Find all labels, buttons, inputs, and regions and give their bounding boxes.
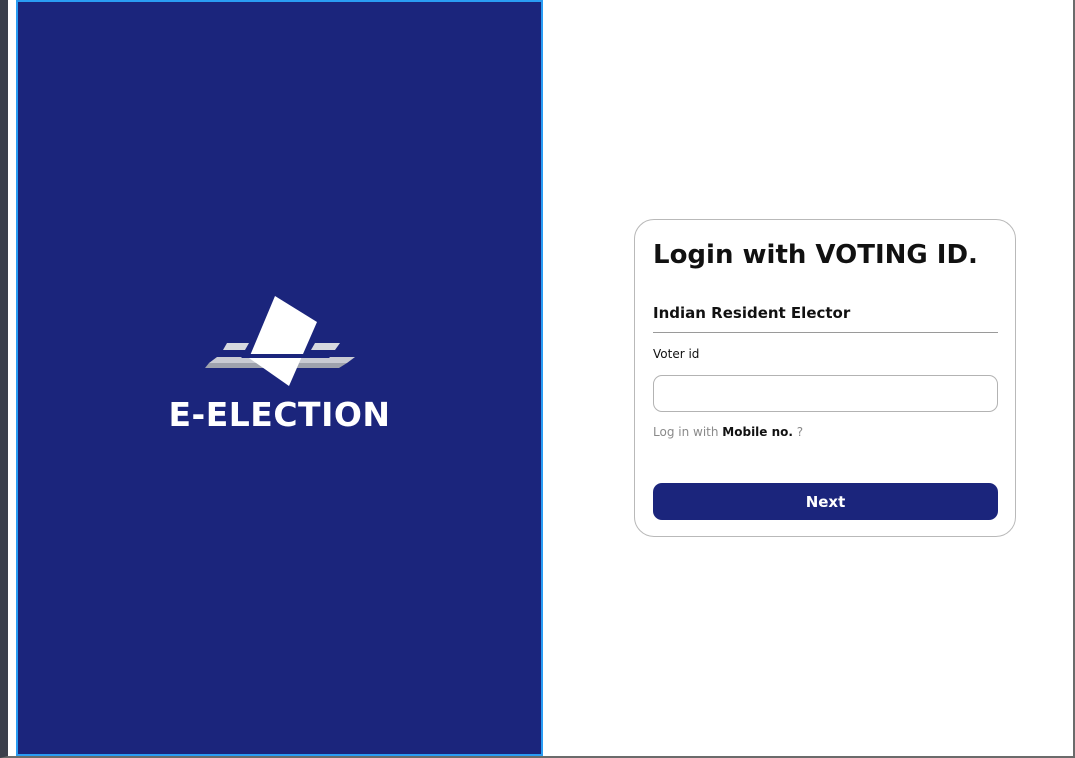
app-window: E-ELECTION Login with VOTING ID. Indian … xyxy=(0,0,1075,758)
mobile-login-link[interactable]: Mobile no. xyxy=(722,425,793,439)
login-title: Login with VOTING ID. xyxy=(653,240,978,270)
voter-id-label: Voter id xyxy=(653,347,700,361)
alt-login-suffix: ? xyxy=(796,425,804,439)
alt-login-text: Log in with Mobile no. ? xyxy=(653,425,803,439)
next-button[interactable]: Next xyxy=(653,483,998,520)
brand-name: E-ELECTION xyxy=(168,395,391,434)
brand-logo: E-ELECTION xyxy=(18,292,541,434)
section-label: Indian Resident Elector xyxy=(653,304,851,322)
ballot-box-icon xyxy=(204,296,355,386)
login-card: Login with VOTING ID. Indian Resident El… xyxy=(634,219,1016,537)
alt-login-prefix: Log in with xyxy=(653,425,719,439)
voter-id-input[interactable] xyxy=(653,375,998,412)
section-divider xyxy=(653,332,998,333)
brand-panel: E-ELECTION xyxy=(16,0,543,756)
